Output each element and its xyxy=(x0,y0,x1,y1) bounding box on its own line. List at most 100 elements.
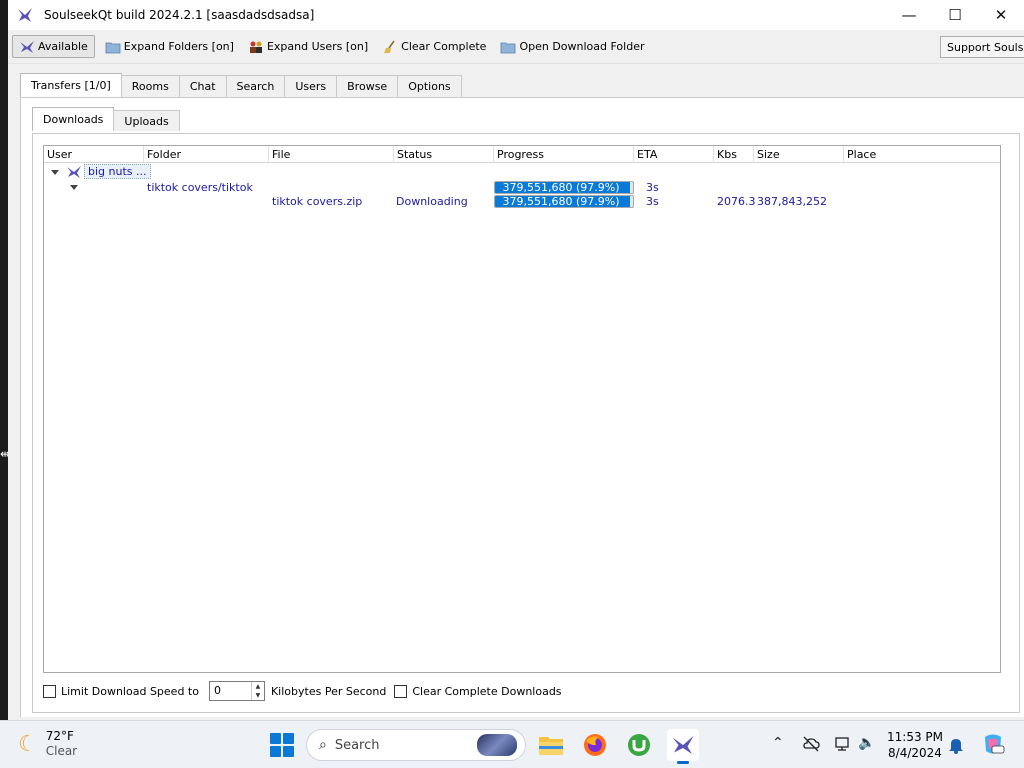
chevron-up-icon[interactable]: ⌃ xyxy=(772,735,784,751)
clear-complete-downloads-checkbox[interactable] xyxy=(394,684,408,698)
tab-chat[interactable]: Chat xyxy=(178,75,227,97)
col-eta[interactable]: ETA xyxy=(634,146,714,163)
file-kbs: 2076.3 xyxy=(717,195,756,208)
maximize-button[interactable]: ☐ xyxy=(932,0,978,30)
tab-downloads[interactable]: Downloads xyxy=(32,107,115,131)
file-progress-text: 379,551,680 (97.9%) xyxy=(502,195,620,208)
minimize-button[interactable]: — xyxy=(886,0,932,30)
taskbar-search[interactable]: ⌕ Search xyxy=(306,729,526,761)
speed-unit-label: Kilobytes Per Second xyxy=(270,684,387,698)
clear-complete-label: Clear Complete xyxy=(401,40,487,53)
soulseek-bird-icon xyxy=(18,8,32,22)
weather-temperature: 72°F xyxy=(45,729,74,743)
limit-speed-checkbox[interactable] xyxy=(43,684,56,698)
close-button[interactable]: ✕ xyxy=(978,0,1024,30)
expand-users-label: Expand Users [on] xyxy=(266,40,369,53)
table-header: User Folder File Status Progress ETA Kbs… xyxy=(44,146,1000,163)
tab-rooms[interactable]: Rooms xyxy=(120,75,180,97)
soulseek-bird-icon xyxy=(20,40,34,53)
notification-bell-icon[interactable] xyxy=(948,736,964,754)
tab-search[interactable]: Search xyxy=(225,75,286,97)
utorrent-icon[interactable] xyxy=(623,729,655,761)
search-icon: ⌕ xyxy=(319,737,327,753)
download-options-bar: Limit Download Speed to 0 ▲ ▼ Kilobytes … xyxy=(43,680,572,702)
desktop-edge: ⇹ xyxy=(0,0,10,720)
col-progress[interactable]: Progress xyxy=(494,146,634,163)
search-highlight-image xyxy=(477,734,517,756)
weather-condition: Clear xyxy=(45,744,78,758)
folder-progress-text: 379,551,680 (97.9%) xyxy=(502,181,620,194)
file-size: 387,843,252 xyxy=(757,195,827,208)
open-download-folder-label: Open Download Folder xyxy=(519,40,645,53)
speed-limit-spinbox[interactable]: 0 ▲ ▼ xyxy=(208,681,265,701)
cloud-offline-icon[interactable] xyxy=(802,735,820,753)
clear-complete-downloads-label: Clear Complete Downloads xyxy=(412,684,562,698)
support-label: Support Soulseek xyxy=(947,40,1024,54)
system-clock[interactable]: 11:53 PM 8/4/2024 xyxy=(880,729,950,761)
limit-speed-label: Limit Download Speed to xyxy=(61,684,199,698)
collapse-folder-icon[interactable] xyxy=(70,185,78,190)
copilot-icon[interactable] xyxy=(980,731,1006,757)
user-name: big nuts ... xyxy=(84,164,151,179)
volume-icon[interactable]: 🔈 xyxy=(858,735,875,751)
soulseek-bird-icon xyxy=(67,165,81,178)
tab-users[interactable]: Users xyxy=(284,75,338,97)
folder-icon xyxy=(105,42,121,53)
clock-time: 11:53 PM xyxy=(887,730,943,744)
active-app-indicator xyxy=(677,761,689,764)
file-eta: 3s xyxy=(646,195,659,208)
tab-transfers[interactable]: Transfers [1/0] xyxy=(20,73,122,97)
file-name[interactable]: tiktok covers.zip xyxy=(272,195,362,209)
spin-up-icon[interactable]: ▲ xyxy=(252,682,264,691)
clock-date: 8/4/2024 xyxy=(888,746,942,760)
tab-uploads[interactable]: Uploads xyxy=(113,110,180,131)
broom-icon xyxy=(384,40,395,53)
tab-options[interactable]: Options xyxy=(397,75,462,97)
window-title: SoulseekQt build 2024.2.1 [saasdadsdsads… xyxy=(44,8,315,22)
spin-down-icon[interactable]: ▼ xyxy=(252,691,264,700)
col-user[interactable]: User xyxy=(44,146,144,163)
available-label: Available xyxy=(38,40,88,53)
downloads-table[interactable]: User Folder File Status Progress ETA Kbs… xyxy=(43,145,1001,673)
firefox-icon[interactable] xyxy=(579,729,611,761)
available-button[interactable]: Available xyxy=(12,35,95,58)
table-row-user[interactable]: big nuts ... xyxy=(66,164,151,179)
file-progress-bar: 379,551,680 (97.9%) xyxy=(494,195,634,208)
col-kbs[interactable]: Kbs xyxy=(714,146,754,163)
folder-progress-bar: 379,551,680 (97.9%) xyxy=(494,181,634,194)
folder-eta: 3s xyxy=(646,181,659,194)
start-windows-icon[interactable] xyxy=(270,733,294,757)
clear-complete-button[interactable]: Clear Complete xyxy=(378,36,490,58)
open-download-folder-button[interactable]: Open Download Folder xyxy=(496,36,648,58)
col-place[interactable]: Place xyxy=(844,146,1000,163)
weather-widget[interactable]: ☾ 72°F Clear xyxy=(18,729,77,759)
col-file[interactable]: File xyxy=(269,146,394,163)
collapse-user-icon[interactable] xyxy=(51,170,59,175)
speed-limit-value: 0 xyxy=(213,684,221,697)
col-folder[interactable]: Folder xyxy=(144,146,269,163)
search-label: Search xyxy=(334,737,380,753)
file-status: Downloading xyxy=(396,195,468,208)
folder-icon xyxy=(501,42,516,53)
maximize-icon: ☐ xyxy=(948,6,962,24)
moon-icon: ☾ xyxy=(18,731,38,757)
title-bar[interactable]: SoulseekQt build 2024.2.1 [saasdadsdsads… xyxy=(8,0,1024,30)
col-size[interactable]: Size xyxy=(754,146,844,163)
support-soulseek-button[interactable]: Support Soulseek xyxy=(940,36,1024,58)
network-icon[interactable] xyxy=(834,735,852,753)
expand-users-button[interactable]: Expand Users [on] xyxy=(244,36,372,58)
folder-name[interactable]: tiktok covers/tiktok xyxy=(147,181,253,195)
sub-tab-bar: Downloads Uploads xyxy=(32,107,180,131)
tab-browse[interactable]: Browse xyxy=(336,75,399,97)
col-status[interactable]: Status xyxy=(394,146,494,163)
minimize-icon: — xyxy=(901,6,917,24)
expand-folders-button[interactable]: Expand Folders [on] xyxy=(101,36,238,58)
main-tab-bar: Transfers [1/0] Rooms Chat Search Users … xyxy=(20,73,462,97)
file-explorer-icon[interactable] xyxy=(535,729,567,761)
users-icon xyxy=(249,41,262,53)
toolbar: Available Expand Folders [on] Expand Use… xyxy=(8,30,1024,64)
close-icon: ✕ xyxy=(994,6,1008,24)
soulseek-taskbar-icon[interactable] xyxy=(667,729,699,764)
expand-folders-label: Expand Folders [on] xyxy=(123,40,234,53)
taskbar: ☾ 72°F Clear ⌕ Search ⌃ 🔈 11:53 PM 8/4/2… xyxy=(0,720,1024,768)
